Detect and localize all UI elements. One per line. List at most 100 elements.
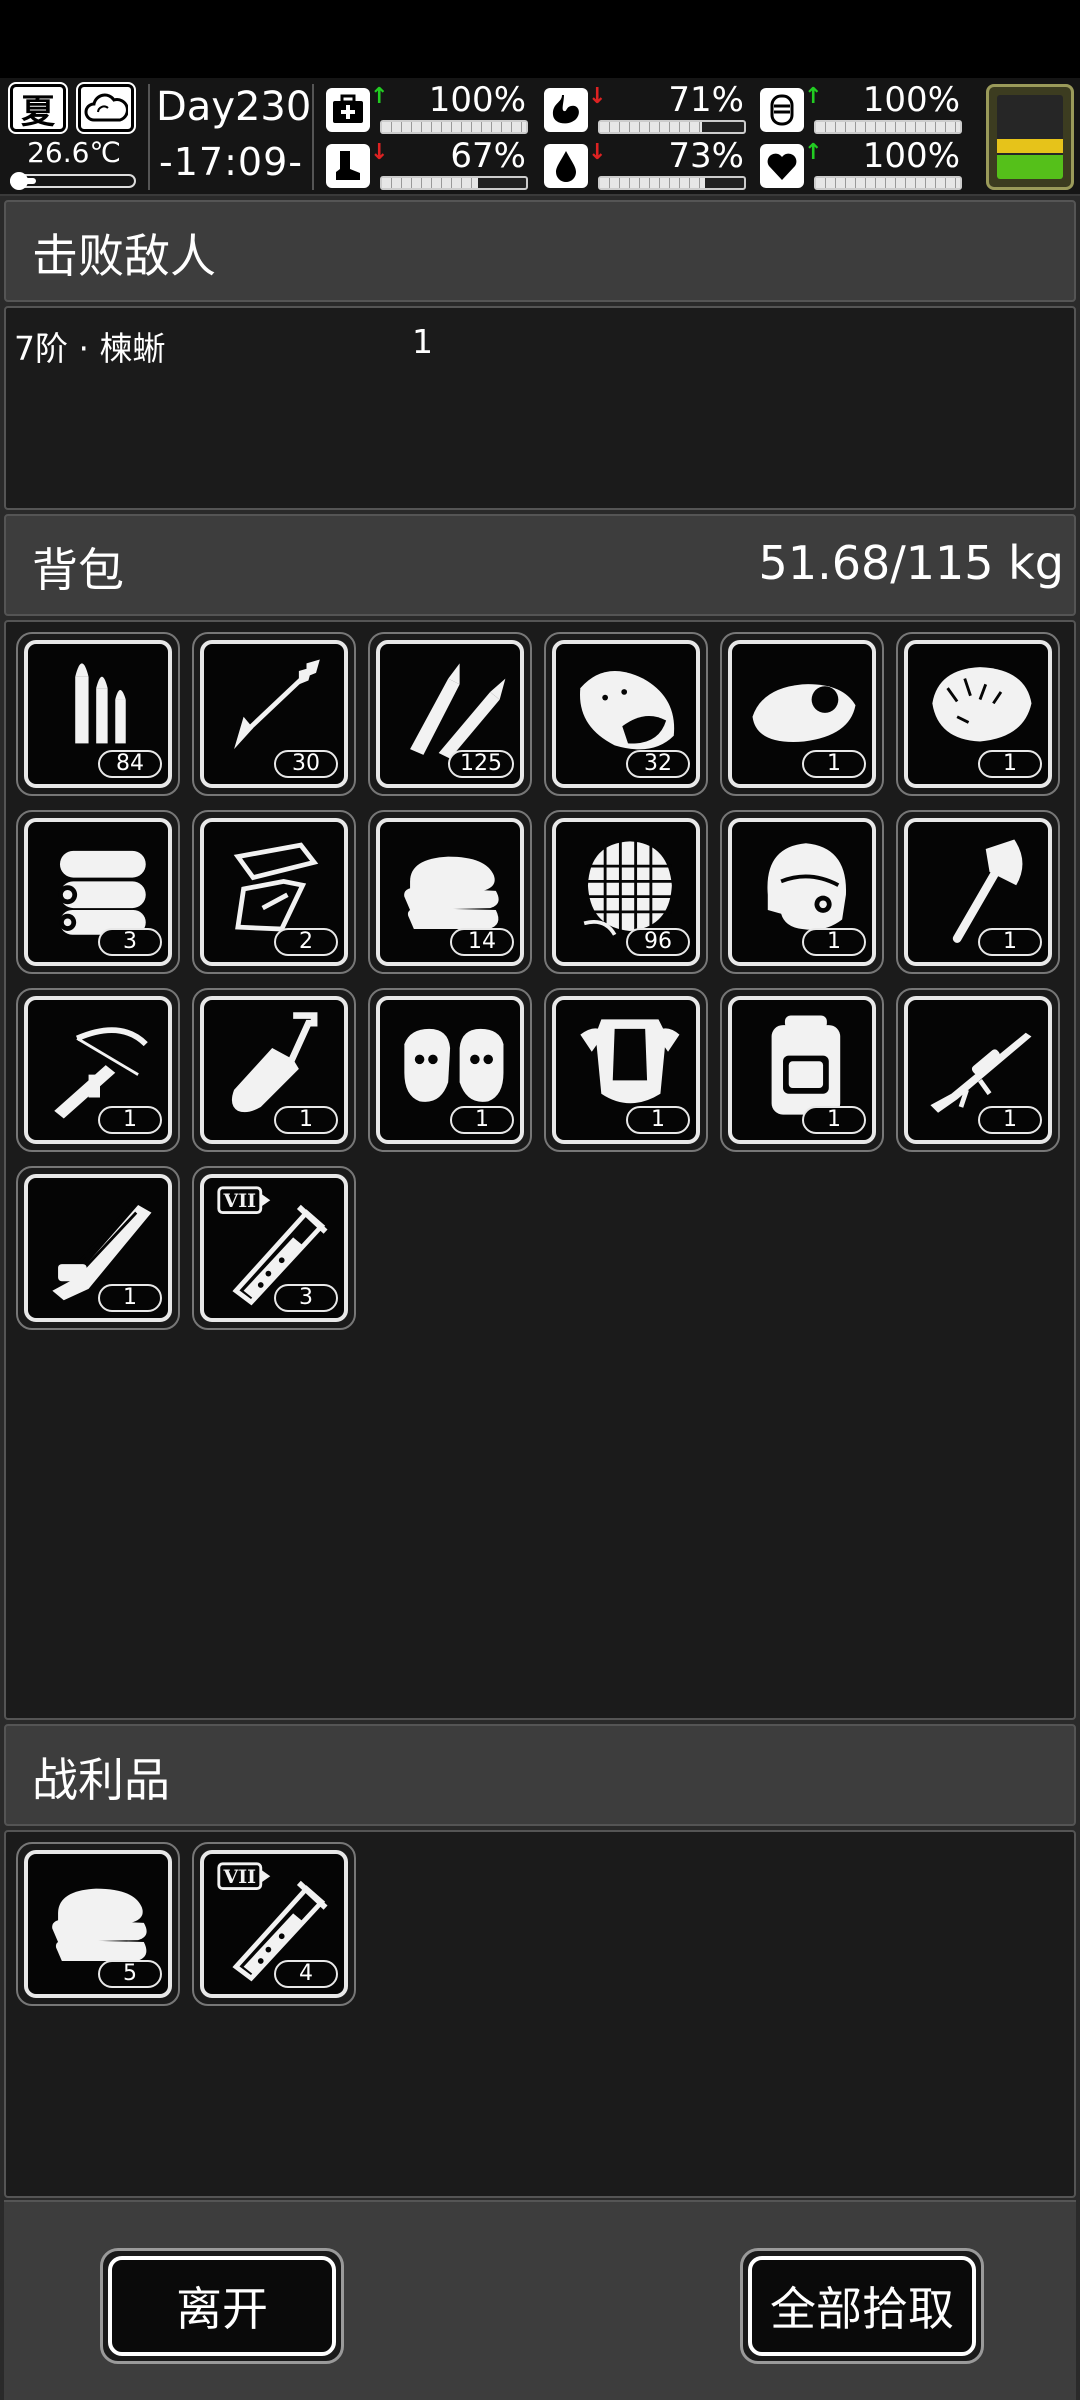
tier-label: VII: [222, 1190, 256, 1212]
cloud-icon[interactable]: [76, 82, 136, 134]
item-slot-frame: 1: [24, 996, 172, 1144]
item-slot-frame: 1: [904, 996, 1052, 1144]
item-slot[interactable]: 1: [16, 1166, 180, 1330]
item-slot-frame: 1: [728, 996, 876, 1144]
loot-header: 战利品: [4, 1724, 1076, 1826]
trend-down-icon: ↓: [370, 140, 389, 165]
battery-cells: [997, 95, 1063, 179]
item-count: 32: [626, 750, 690, 778]
battery-green-cell: [997, 155, 1063, 179]
item-slot[interactable]: 5: [16, 1842, 180, 2006]
item-slot[interactable]: 1: [896, 988, 1060, 1152]
stat-health[interactable]: ↑ 100%: [318, 80, 528, 134]
item-slot-frame: VII 3: [200, 1174, 348, 1322]
game-clock: -17:09-: [159, 140, 303, 184]
item-slot[interactable]: 1: [720, 988, 884, 1152]
item-count: 4: [274, 1960, 338, 1988]
stat-value: 73%: [668, 136, 744, 176]
item-slot-frame: 1: [552, 996, 700, 1144]
defeated-panel: 7阶 · 楝蜥 1: [4, 306, 1076, 510]
loot-grid: 5 VII 4: [4, 1830, 1076, 2198]
item-slot-frame: 30: [200, 640, 348, 788]
stat-hunger[interactable]: ↓ 71%: [536, 80, 746, 134]
item-count: 1: [274, 1106, 338, 1134]
item-slot[interactable]: 1: [896, 632, 1060, 796]
survival-hud: 夏 26.6℃ Day230 -17:09- ↑ 100% ↓ 71% ↑ 100% ↓ 67…: [0, 78, 1080, 196]
item-count: 1: [98, 1106, 162, 1134]
item-slot[interactable]: 1: [192, 988, 356, 1152]
item-slot-frame: 1: [24, 1174, 172, 1322]
boot-icon: [326, 144, 370, 188]
trend-up-icon: ↑: [804, 84, 823, 109]
stat-bar: [598, 120, 746, 134]
trend-up-icon: ↑: [804, 140, 823, 165]
backpack-grid: 84 30 125 32 1 1 3 2 14 96 1 1 1 1 1 1 1 1 1 VII 3: [4, 620, 1076, 1720]
item-slot[interactable]: 2: [192, 810, 356, 974]
item-count: 1: [802, 1106, 866, 1134]
item-slot-frame: 5: [24, 1850, 172, 1998]
leave-button[interactable]: 离开: [100, 2248, 344, 2364]
stat-bar-fill: [382, 178, 479, 188]
armor-icon: [760, 88, 804, 132]
stat-value: 67%: [450, 136, 526, 176]
tier-badge: VII: [217, 1862, 271, 1891]
battery-yellow-cell: [997, 139, 1063, 153]
stat-defense[interactable]: ↑ 100%: [752, 80, 962, 134]
item-slot[interactable]: 1: [368, 988, 532, 1152]
stat-stamina[interactable]: ↓ 67%: [318, 136, 528, 190]
take-all-button[interactable]: 全部拾取: [740, 2248, 984, 2364]
take-all-button-label: 全部拾取: [748, 2256, 976, 2356]
item-slot[interactable]: 84: [16, 632, 180, 796]
backpack-title: 背包: [32, 543, 124, 597]
tier-badge: VII: [217, 1186, 271, 1215]
item-count: 14: [450, 928, 514, 956]
item-slot[interactable]: 125: [368, 632, 532, 796]
item-slot-frame: 2: [200, 818, 348, 966]
item-count: 1: [98, 1284, 162, 1312]
item-slot[interactable]: 1: [896, 810, 1060, 974]
item-slot[interactable]: 96: [544, 810, 708, 974]
stat-bar-fill: [816, 178, 960, 188]
stat-bar: [814, 176, 962, 190]
thermometer-fill: [18, 178, 36, 184]
season-badge[interactable]: 夏: [8, 82, 68, 134]
stat-value: 71%: [668, 80, 744, 120]
item-slot[interactable]: 1: [544, 988, 708, 1152]
item-count: 30: [274, 750, 338, 778]
system-status-bar: [0, 0, 1080, 78]
item-count: 125: [448, 750, 514, 778]
item-slot-frame: 1: [200, 996, 348, 1144]
stat-mood[interactable]: ↑ 100%: [752, 136, 962, 190]
item-slot[interactable]: 32: [544, 632, 708, 796]
battery-indicator[interactable]: [986, 84, 1074, 190]
enemy-name: 7阶 · 楝蜥: [14, 329, 166, 368]
item-slot-frame: 84: [24, 640, 172, 788]
hud-divider: [148, 84, 150, 190]
action-bar: 离开 全部拾取: [4, 2200, 1076, 2400]
enemy-count: 1: [412, 322, 433, 361]
item-slot[interactable]: 14: [368, 810, 532, 974]
item-slot[interactable]: VII 4: [192, 1842, 356, 2006]
trend-down-icon: ↓: [588, 140, 607, 165]
backpack-weight: 51.68/115 kg: [758, 536, 1064, 590]
stat-bar-fill: [600, 178, 706, 188]
item-count: 3: [274, 1284, 338, 1312]
item-slot[interactable]: 1: [720, 632, 884, 796]
item-slot[interactable]: 30: [192, 632, 356, 796]
loot-title: 战利品: [32, 1753, 170, 1807]
stomach-icon: [544, 88, 588, 132]
item-slot-frame: 125: [376, 640, 524, 788]
item-slot[interactable]: 3: [16, 810, 180, 974]
item-count: 2: [274, 928, 338, 956]
item-count: 3: [98, 928, 162, 956]
item-slot[interactable]: 1: [16, 988, 180, 1152]
item-slot[interactable]: 1: [720, 810, 884, 974]
tier-label: VII: [222, 1866, 256, 1888]
item-slot-frame: VII 4: [200, 1850, 348, 1998]
item-slot-frame: 1: [728, 640, 876, 788]
item-count: 1: [802, 750, 866, 778]
stat-bar: [380, 176, 528, 190]
item-slot[interactable]: VII 3: [192, 1166, 356, 1330]
thermometer-gauge: [10, 172, 136, 190]
stat-thirst[interactable]: ↓ 73%: [536, 136, 746, 190]
